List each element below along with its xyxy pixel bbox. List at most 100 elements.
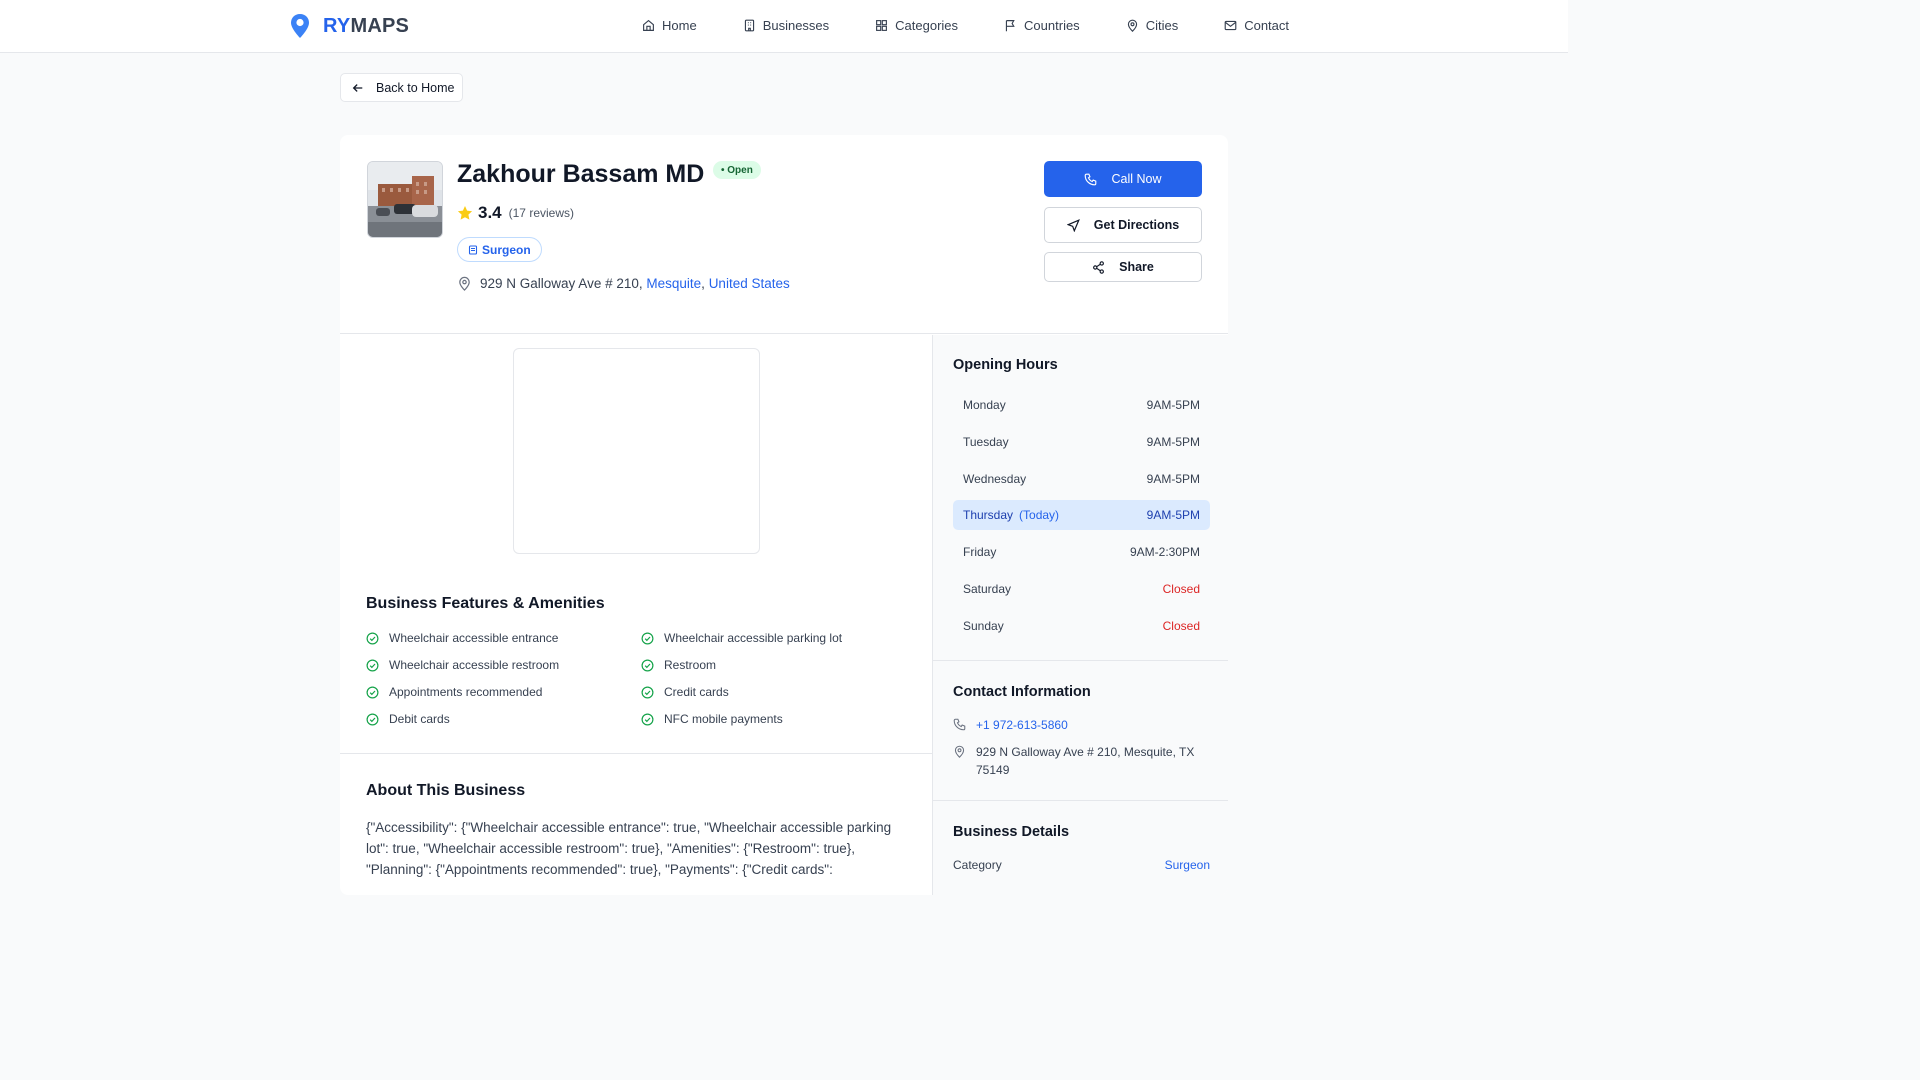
get-directions-label: Get Directions: [1093, 218, 1180, 232]
address-street: 929 N Galloway Ave # 210,: [480, 276, 643, 291]
category-tag[interactable]: Surgeon: [457, 237, 542, 262]
business-address: 929 N Galloway Ave # 210, Mesquite, Unit…: [457, 276, 790, 291]
back-to-home-label: Back to Home: [376, 80, 455, 95]
features-title: Business Features & Amenities: [366, 595, 605, 612]
detail-row-category: Category Surgeon: [953, 858, 1210, 872]
review-count[interactable]: (17 reviews): [509, 206, 574, 220]
city-link[interactable]: Mesquite: [646, 276, 701, 291]
share-button[interactable]: Share: [1044, 252, 1202, 282]
check-circle-icon: [641, 659, 654, 671]
phone-link[interactable]: +1 972-613-5860: [976, 716, 1068, 734]
nav-cities-label: Cities: [1145, 18, 1179, 33]
about-text: {"Accessibility": {"Wheelchair accessibl…: [366, 820, 892, 877]
building-photo-image: [368, 162, 442, 237]
feature-item: Credit cards: [641, 684, 916, 700]
nav-categories[interactable]: Categories: [875, 18, 958, 33]
phone-icon: [1085, 173, 1097, 185]
business-details-title: Business Details: [953, 824, 1070, 840]
phone-icon: [953, 718, 966, 731]
check-circle-icon: [366, 659, 379, 671]
main-nav: Home Businesses Categories Countries Cit…: [642, 18, 1335, 33]
opening-hours-title: Opening Hours: [953, 357, 1058, 373]
top-navbar: RYMAPS Home Businesses Categories Countr…: [0, 0, 1568, 53]
nav-countries[interactable]: Countries: [1004, 18, 1080, 33]
logo-text: RYMAPS: [323, 14, 410, 37]
home-icon: [643, 19, 654, 31]
business-header: Zakhour Bassam MD • Open 3.4 (17 reviews…: [340, 135, 1228, 334]
nav-home[interactable]: Home: [642, 18, 697, 33]
arrow-left-icon: [352, 83, 363, 92]
contact-address: 929 N Galloway Ave # 210, Mesquite, TX 7…: [953, 743, 1203, 779]
sidebar: Opening Hours Monday 9AM-5PM Tuesday 9AM-5…: [932, 335, 1228, 895]
hours-row: Friday 9AM-2:30PM: [963, 545, 1200, 560]
star-icon: [457, 206, 473, 220]
hours-row: Wednesday 9AM-5PM: [963, 471, 1200, 486]
today-tag: (Today): [1019, 508, 1060, 523]
hours-row: Tuesday 9AM-5PM: [963, 434, 1200, 449]
mail-icon: [1224, 20, 1237, 31]
building-icon: [744, 19, 754, 32]
feature-item: Restroom: [641, 657, 916, 673]
feature-item: Appointments recommended: [366, 684, 641, 700]
nav-contact-label: Contact: [1244, 18, 1290, 33]
check-circle-icon: [641, 713, 654, 725]
rating-value: 3.4: [478, 203, 502, 222]
about-title: About This Business: [366, 782, 526, 799]
flag-icon: [1005, 20, 1015, 32]
tag-icon: [468, 244, 478, 255]
share-icon: [1093, 260, 1105, 274]
nav-businesses[interactable]: Businesses: [743, 18, 829, 33]
feature-item: Wheelchair accessible parking lot: [641, 630, 916, 646]
map-pin-icon: [954, 745, 965, 758]
nav-contact[interactable]: Contact: [1224, 18, 1289, 33]
business-name: Zakhour Bassam MD: [457, 160, 705, 188]
contact-address-text: 929 N Galloway Ave # 210, Mesquite, TX 7…: [976, 745, 1195, 777]
feature-item: Debit cards: [366, 711, 641, 727]
navigation-icon: [1066, 218, 1080, 232]
logo[interactable]: RYMAPS: [289, 13, 409, 39]
nav-countries-label: Countries: [1024, 18, 1080, 33]
feature-item: Wheelchair accessible entrance: [366, 630, 641, 646]
nav-home-label: Home: [662, 18, 697, 33]
check-circle-icon: [641, 632, 654, 644]
nav-cities[interactable]: Cities: [1126, 18, 1179, 33]
check-circle-icon: [641, 686, 654, 698]
rating: 3.4 (17 reviews): [457, 203, 574, 223]
share-label: Share: [1119, 260, 1154, 274]
get-directions-button[interactable]: Get Directions: [1044, 207, 1202, 243]
open-status-badge: • Open: [713, 161, 761, 179]
feature-item: Wheelchair accessible restroom: [366, 657, 641, 673]
call-now-button[interactable]: Call Now: [1044, 161, 1202, 197]
hours-row: Monday 9AM-5PM: [963, 398, 1200, 412]
business-photo[interactable]: [367, 161, 443, 238]
section-divider: [933, 800, 1228, 801]
feature-item: NFC mobile payments: [641, 711, 916, 727]
map-pin-icon: [1127, 19, 1137, 32]
nav-businesses-label: Businesses: [762, 18, 830, 33]
check-circle-icon: [366, 713, 379, 725]
check-circle-icon: [366, 686, 379, 698]
map-pin-icon: [459, 276, 470, 291]
check-circle-icon: [366, 632, 379, 644]
back-to-home-button[interactable]: Back to Home: [340, 73, 463, 102]
contact-phone: +1 972-613-5860: [953, 716, 1068, 734]
hours-row-today: Thursday (Today) 9AM-5PM: [953, 500, 1210, 531]
business-card: Zakhour Bassam MD • Open 3.4 (17 reviews…: [340, 135, 1228, 895]
hours-row: Saturday Closed: [963, 581, 1200, 596]
main-content: Business Features & Amenities Wheelchair…: [340, 335, 932, 895]
map-pin-logo-icon: [291, 14, 309, 38]
map-embed[interactable]: [513, 348, 760, 554]
nav-categories-label: Categories: [895, 18, 959, 33]
detail-category-link[interactable]: Surgeon: [1165, 858, 1210, 872]
call-now-label: Call Now: [1111, 172, 1162, 186]
detail-label: Category: [953, 858, 1002, 872]
contact-title: Contact Information: [953, 684, 1091, 700]
hours-row: Sunday Closed: [963, 618, 1200, 633]
opening-hours-list: Monday 9AM-5PM Tuesday 9AM-5PM Wednesday 9A…: [953, 390, 1210, 648]
category-tag-label: Surgeon: [482, 242, 531, 257]
country-link[interactable]: United States: [709, 276, 790, 291]
section-divider: [340, 753, 932, 754]
features-list: Wheelchair accessible entrance Wheelchai…: [366, 630, 926, 727]
grid-icon: [876, 20, 888, 31]
section-divider: [933, 660, 1228, 661]
